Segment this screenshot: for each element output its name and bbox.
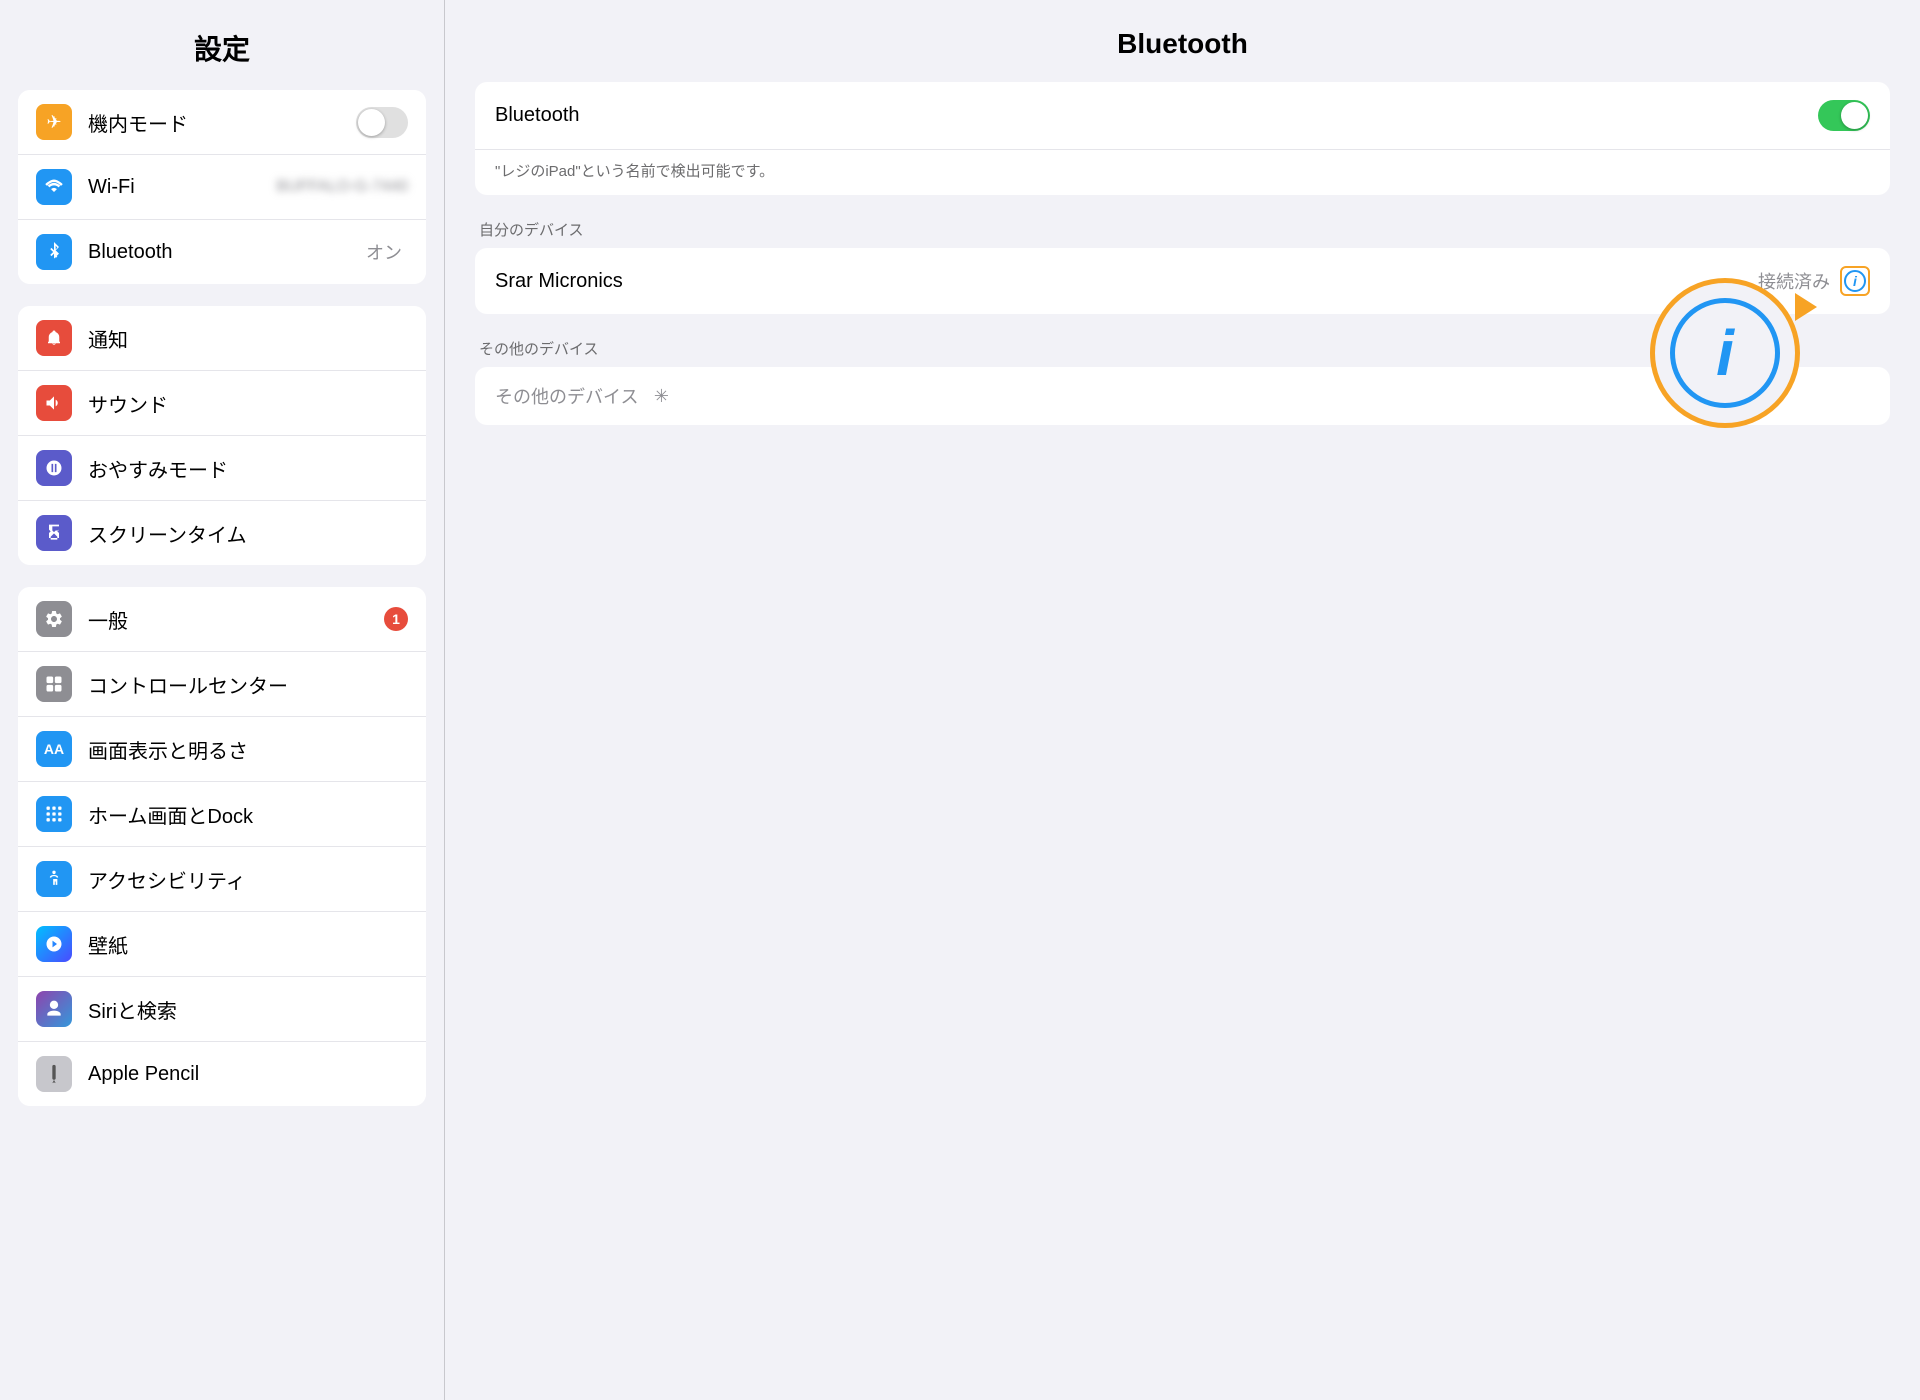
- content-area: Bluetooth "レジのiPad"という名前で検出可能です。 自分のデバイス…: [445, 82, 1920, 433]
- info-callout-inner: i: [1670, 298, 1780, 408]
- sidebar: 設定 ✈ 機内モード Wi-Fi BUFFALO-G-7440 Bluetoot…: [0, 0, 445, 1400]
- bluetooth-card: Bluetooth "レジのiPad"という名前で検出可能です。: [475, 82, 1890, 195]
- notification-icon: [36, 320, 72, 356]
- sidebar-item-homescreen[interactable]: ホーム画面とDock: [18, 782, 426, 847]
- my-devices-header: 自分のデバイス: [475, 203, 1890, 248]
- wallpaper-label: 壁紙: [88, 930, 408, 959]
- accessibility-label: アクセシビリティ: [88, 865, 408, 894]
- donotdisturb-label: おやすみモード: [88, 454, 408, 483]
- accessibility-icon: [36, 861, 72, 897]
- info-button-icon: i: [1844, 270, 1866, 292]
- sidebar-item-notification[interactable]: 通知: [18, 306, 426, 371]
- sidebar-item-wallpaper[interactable]: 壁紙: [18, 912, 426, 977]
- applepencil-label: Apple Pencil: [88, 1063, 408, 1086]
- sidebar-item-donotdisturb[interactable]: おやすみモード: [18, 436, 426, 501]
- sidebar-item-siri[interactable]: Siriと検索: [18, 977, 426, 1042]
- donotdisturb-icon: [36, 450, 72, 486]
- settings-group-2: 通知 サウンド おやすみモード スクリーンタイ: [18, 306, 426, 565]
- sound-icon: [36, 385, 72, 421]
- airplane-icon: ✈: [36, 104, 72, 140]
- info-callout-circle: i: [1650, 278, 1800, 428]
- controlcenter-icon: [36, 666, 72, 702]
- homescreen-icon: [36, 796, 72, 832]
- display-label: 画面表示と明るさ: [88, 735, 408, 764]
- airplane-toggle[interactable]: [356, 107, 408, 138]
- sidebar-item-bluetooth[interactable]: Bluetooth オン: [18, 220, 426, 284]
- info-callout: i: [1650, 278, 1810, 438]
- sidebar-item-general[interactable]: 一般 1: [18, 587, 426, 652]
- controlcenter-label: コントロールセンター: [88, 670, 408, 699]
- screentime-label: スクリーンタイム: [88, 519, 408, 548]
- bluetooth-row-label: Bluetooth: [495, 104, 1818, 127]
- wifi-value: BUFFALO-G-7440: [276, 178, 408, 196]
- info-callout-arrow: [1795, 293, 1817, 321]
- bluetooth-label: Bluetooth: [88, 241, 366, 264]
- bluetooth-status: オン: [366, 239, 402, 265]
- sidebar-item-screentime[interactable]: スクリーンタイム: [18, 501, 426, 565]
- sidebar-item-display[interactable]: AA 画面表示と明るさ: [18, 717, 426, 782]
- sidebar-title: 設定: [0, 0, 444, 90]
- device-name: Srar Micronics: [495, 270, 1758, 293]
- sidebar-item-wifi[interactable]: Wi-Fi BUFFALO-G-7440: [18, 155, 426, 220]
- wifi-icon: [36, 169, 72, 205]
- display-icon: AA: [36, 731, 72, 767]
- wallpaper-icon: [36, 926, 72, 962]
- bluetooth-row: Bluetooth: [475, 82, 1890, 150]
- device-card: Srar Micronics 接続済み i i: [475, 248, 1890, 314]
- main-content: Bluetooth Bluetooth "レジのiPad"という名前で検出可能で…: [445, 0, 1920, 1400]
- loading-spinner: [650, 385, 672, 407]
- general-label: 一般: [88, 605, 384, 634]
- sidebar-item-applepencil[interactable]: Apple Pencil: [18, 1042, 426, 1106]
- general-badge: 1: [384, 607, 408, 631]
- general-icon: [36, 601, 72, 637]
- bluetooth-description: "レジのiPad"という名前で検出可能です。: [475, 150, 1890, 195]
- sound-label: サウンド: [88, 389, 408, 418]
- bluetooth-icon: [36, 234, 72, 270]
- other-devices-label: その他のデバイス: [495, 383, 638, 409]
- sidebar-item-sound[interactable]: サウンド: [18, 371, 426, 436]
- sidebar-item-airplane[interactable]: ✈ 機内モード: [18, 90, 426, 155]
- siri-label: Siriと検索: [88, 995, 408, 1024]
- applepencil-icon: [36, 1056, 72, 1092]
- screentime-icon: [36, 515, 72, 551]
- settings-group-3: 一般 1 コントロールセンター AA 画面表示と明るさ: [18, 587, 426, 1106]
- homescreen-label: ホーム画面とDock: [88, 800, 408, 829]
- settings-group-1: ✈ 機内モード Wi-Fi BUFFALO-G-7440 Bluetooth オ…: [18, 90, 426, 284]
- bluetooth-toggle[interactable]: [1818, 100, 1870, 131]
- wifi-label: Wi-Fi: [88, 176, 276, 199]
- sidebar-item-controlcenter[interactable]: コントロールセンター: [18, 652, 426, 717]
- airplane-label: 機内モード: [88, 108, 356, 137]
- siri-icon: [36, 991, 72, 1027]
- main-title: Bluetooth: [445, 0, 1920, 82]
- info-button[interactable]: i: [1840, 266, 1870, 296]
- notification-label: 通知: [88, 324, 408, 353]
- sidebar-item-accessibility[interactable]: アクセシビリティ: [18, 847, 426, 912]
